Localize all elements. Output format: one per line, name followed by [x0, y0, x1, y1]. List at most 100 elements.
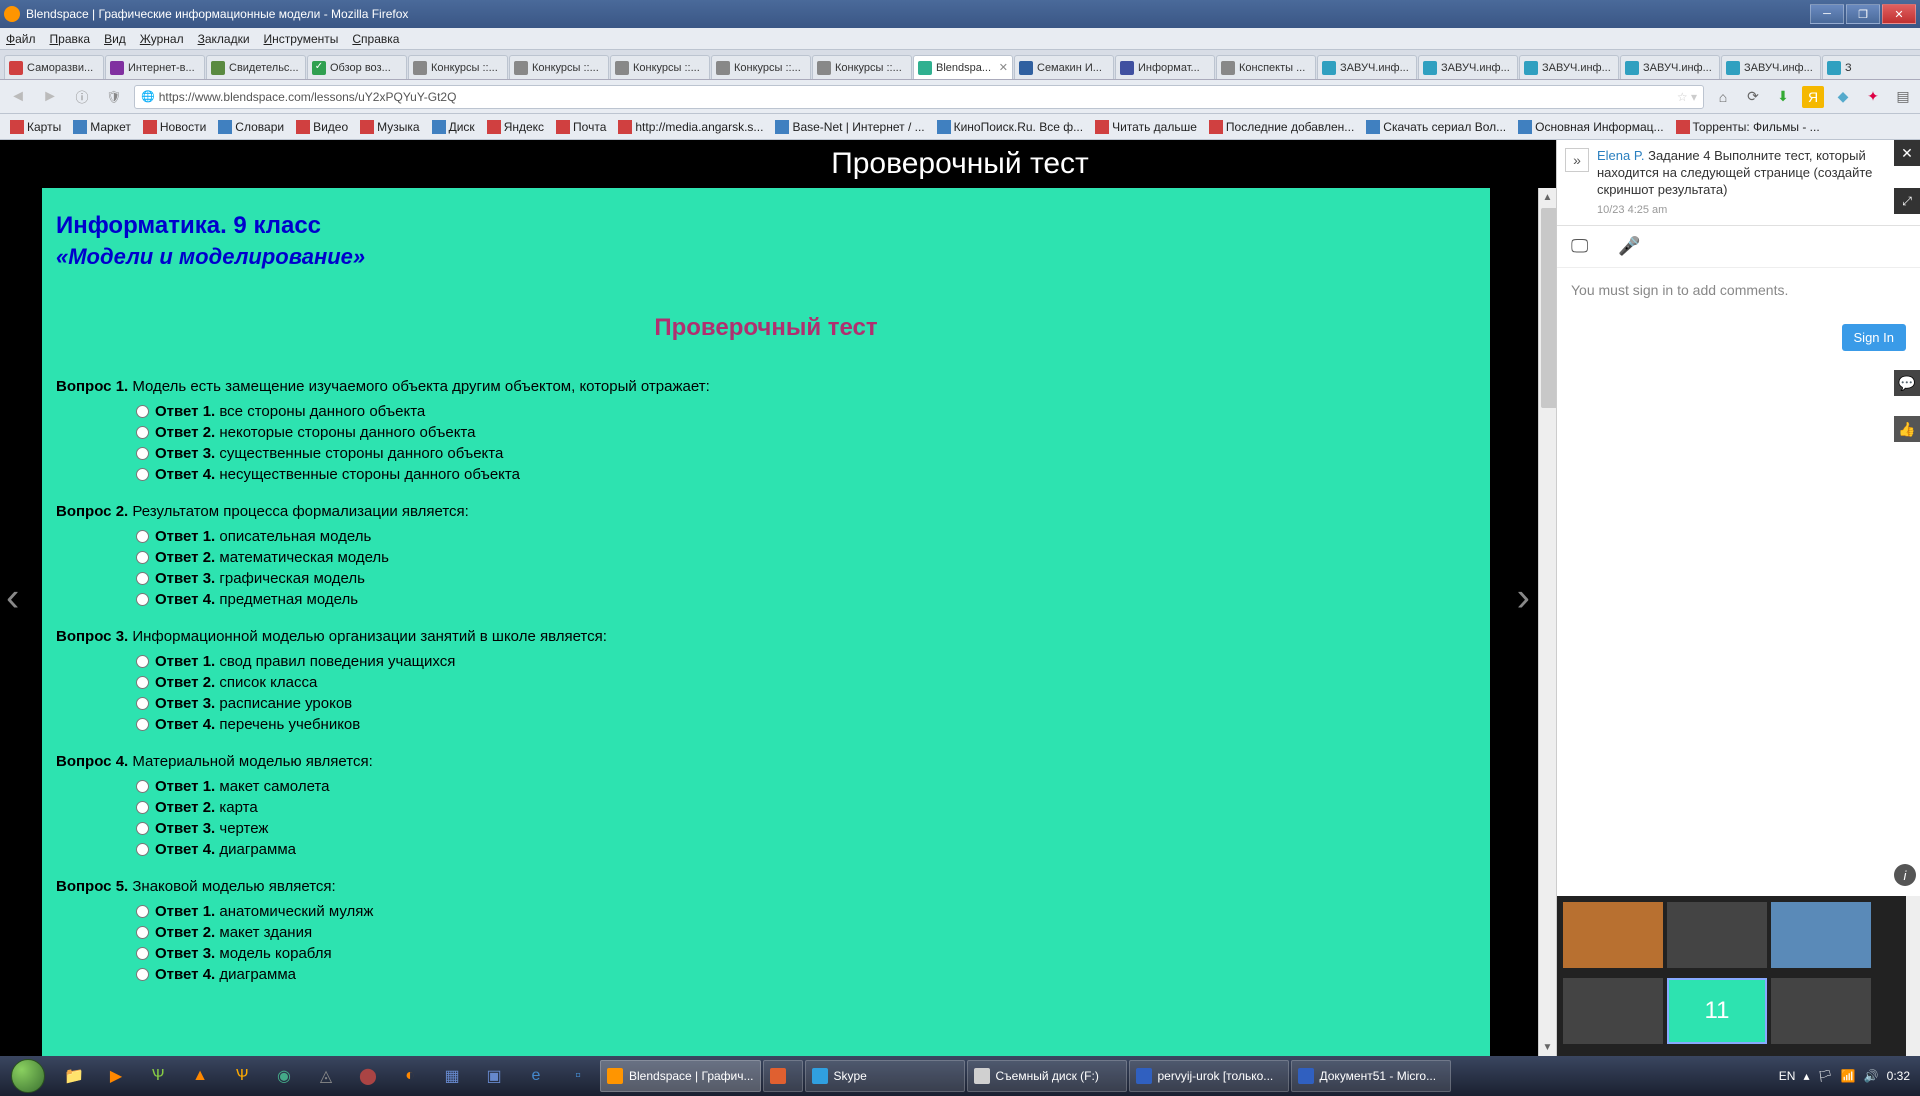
answer-radio[interactable]: [136, 822, 149, 835]
sidebar-collapse-button[interactable]: »: [1565, 148, 1589, 172]
browser-tab[interactable]: Конспекты ...: [1216, 55, 1316, 79]
taskbar-pin-vlc[interactable]: ▲: [180, 1060, 220, 1092]
bookmark-item[interactable]: Торренты: Фильмы - ...: [1672, 118, 1824, 136]
browser-tab[interactable]: ЗАВУЧ.инф...: [1620, 55, 1720, 79]
bookmark-item[interactable]: Карты: [6, 118, 65, 136]
tray-flag-icon[interactable]: 🏳: [1818, 1069, 1833, 1083]
tab-close-icon[interactable]: ✕: [995, 61, 1008, 74]
answer-radio[interactable]: [136, 468, 149, 481]
browser-tab[interactable]: Конкурсы ::...: [509, 55, 609, 79]
thumbs-scrollbar[interactable]: [1906, 896, 1920, 1056]
taskbar-pin-app1[interactable]: Ѱ: [138, 1060, 178, 1092]
answer-radio[interactable]: [136, 405, 149, 418]
yandex-icon[interactable]: Я: [1802, 86, 1824, 108]
browser-tab[interactable]: Конкурсы ::...: [408, 55, 508, 79]
answer-radio[interactable]: [136, 655, 149, 668]
answer-radio[interactable]: [136, 572, 149, 585]
tray-volume-icon[interactable]: 🔊: [1864, 1069, 1879, 1083]
browser-tab[interactable]: ЗАВУЧ.инф...: [1317, 55, 1417, 79]
taskbar-pin-chrome[interactable]: ◉: [264, 1060, 304, 1092]
bookmark-item[interactable]: КиноПоиск.Ru. Все ф...: [933, 118, 1087, 136]
menu-item[interactable]: Вид: [104, 32, 126, 46]
menu-item[interactable]: Правка: [50, 32, 91, 46]
taskbar-task[interactable]: Документ51 - Micro...: [1291, 1060, 1451, 1092]
shield-icon[interactable]: 🛡: [102, 85, 126, 109]
browser-tab[interactable]: Информат...: [1115, 55, 1215, 79]
browser-tab[interactable]: Конкурсы ::...: [711, 55, 811, 79]
menu-item[interactable]: Закладки: [198, 32, 250, 46]
bookmark-item[interactable]: Основная Информац...: [1514, 118, 1667, 136]
bookmark-item[interactable]: Почта: [552, 118, 610, 136]
taskbar-task[interactable]: Blendspace | Графич...: [600, 1060, 761, 1092]
bookmark-item[interactable]: Яндекс: [483, 118, 548, 136]
browser-tab[interactable]: ✓Обзор воз...: [307, 55, 407, 79]
browser-tab[interactable]: Blendspa...✕: [913, 55, 1013, 79]
tray-arrow-icon[interactable]: ▴: [1803, 1069, 1809, 1083]
taskbar-task[interactable]: Съемный диск (F:): [967, 1060, 1127, 1092]
forward-button[interactable]: ►: [38, 85, 62, 109]
browser-tab[interactable]: Семакин И...: [1014, 55, 1114, 79]
bookmark-item[interactable]: Новости: [139, 118, 210, 136]
scroll-down-icon[interactable]: ▼: [1539, 1038, 1556, 1056]
thumbnail[interactable]: [1771, 978, 1871, 1044]
back-button[interactable]: ◄: [6, 85, 30, 109]
bookmark-item[interactable]: Base-Net | Интернет / ...: [771, 118, 928, 136]
bookmark-item[interactable]: Последние добавлен...: [1205, 118, 1358, 136]
answer-radio[interactable]: [136, 718, 149, 731]
answer-radio[interactable]: [136, 843, 149, 856]
menu-item[interactable]: Справка: [352, 32, 399, 46]
taskbar-pin-app7[interactable]: ▫: [558, 1060, 598, 1092]
thumbnail-current[interactable]: 11: [1667, 978, 1767, 1044]
answer-radio[interactable]: [136, 697, 149, 710]
thumbnail[interactable]: [1771, 902, 1871, 968]
taskbar-task[interactable]: Skype: [805, 1060, 965, 1092]
info-icon[interactable]: ⓘ: [70, 85, 94, 109]
answer-radio[interactable]: [136, 426, 149, 439]
answer-radio[interactable]: [136, 801, 149, 814]
taskbar-pin-calc[interactable]: ▣: [474, 1060, 514, 1092]
url-field[interactable]: 🌐 https://www.blendspace.com/lessons/uY2…: [134, 85, 1704, 109]
browser-tab[interactable]: Интернет-в...: [105, 55, 205, 79]
bookmark-item[interactable]: Читать дальше: [1091, 118, 1201, 136]
answer-radio[interactable]: [136, 926, 149, 939]
browser-tab[interactable]: З: [1822, 55, 1920, 79]
bookmark-item[interactable]: http://media.angarsk.s...: [614, 118, 767, 136]
taskbar-pin-app2[interactable]: Ѱ: [222, 1060, 262, 1092]
bookmark-item[interactable]: Словари: [214, 118, 288, 136]
taskbar-pin-app6[interactable]: ▦: [432, 1060, 472, 1092]
comments-tab-icon[interactable]: 🖵: [1571, 236, 1588, 257]
scroll-up-icon[interactable]: ▲: [1539, 188, 1556, 206]
list-icon[interactable]: ▤: [1892, 86, 1914, 108]
menu-item[interactable]: Файл: [6, 32, 36, 46]
sidebar-close-button[interactable]: ✕: [1894, 140, 1920, 166]
prev-slide-button[interactable]: ‹: [6, 576, 19, 621]
answer-radio[interactable]: [136, 780, 149, 793]
browser-tab[interactable]: ЗАВУЧ.инф...: [1519, 55, 1619, 79]
signin-button[interactable]: Sign In: [1842, 324, 1906, 351]
bookmark-item[interactable]: Видео: [292, 118, 352, 136]
bookmark-item[interactable]: Музыка: [356, 118, 423, 136]
taskbar-pin-player[interactable]: ▶: [96, 1060, 136, 1092]
taskbar-pin-explorer[interactable]: 📁: [54, 1060, 94, 1092]
minimize-button[interactable]: ─: [1810, 4, 1844, 24]
browser-tab[interactable]: Саморазви...: [4, 55, 104, 79]
start-button[interactable]: [4, 1058, 52, 1094]
browser-tab[interactable]: Конкурсы ::...: [812, 55, 912, 79]
thumbnail[interactable]: [1667, 902, 1767, 968]
answer-radio[interactable]: [136, 593, 149, 606]
taskbar-task[interactable]: pervyij-urok [только...: [1129, 1060, 1289, 1092]
thumbnail[interactable]: [1563, 902, 1663, 968]
answer-radio[interactable]: [136, 676, 149, 689]
maximize-button[interactable]: ❐: [1846, 4, 1880, 24]
reload-icon[interactable]: ⟳: [1742, 86, 1764, 108]
home-icon[interactable]: ⌂: [1712, 86, 1734, 108]
extension-icon-1[interactable]: ◆: [1832, 86, 1854, 108]
mic-tab-icon[interactable]: 🎤: [1618, 236, 1640, 257]
answer-radio[interactable]: [136, 551, 149, 564]
downloads-icon[interactable]: ⬇: [1772, 86, 1794, 108]
taskbar-pin-ie[interactable]: e: [516, 1060, 556, 1092]
taskbar-pin-app4[interactable]: ⬤: [348, 1060, 388, 1092]
taskbar-pin-app5[interactable]: ◐: [390, 1060, 430, 1092]
bookmark-item[interactable]: Скачать сериал Вол...: [1362, 118, 1510, 136]
tray-network-icon[interactable]: 📶: [1841, 1069, 1856, 1083]
